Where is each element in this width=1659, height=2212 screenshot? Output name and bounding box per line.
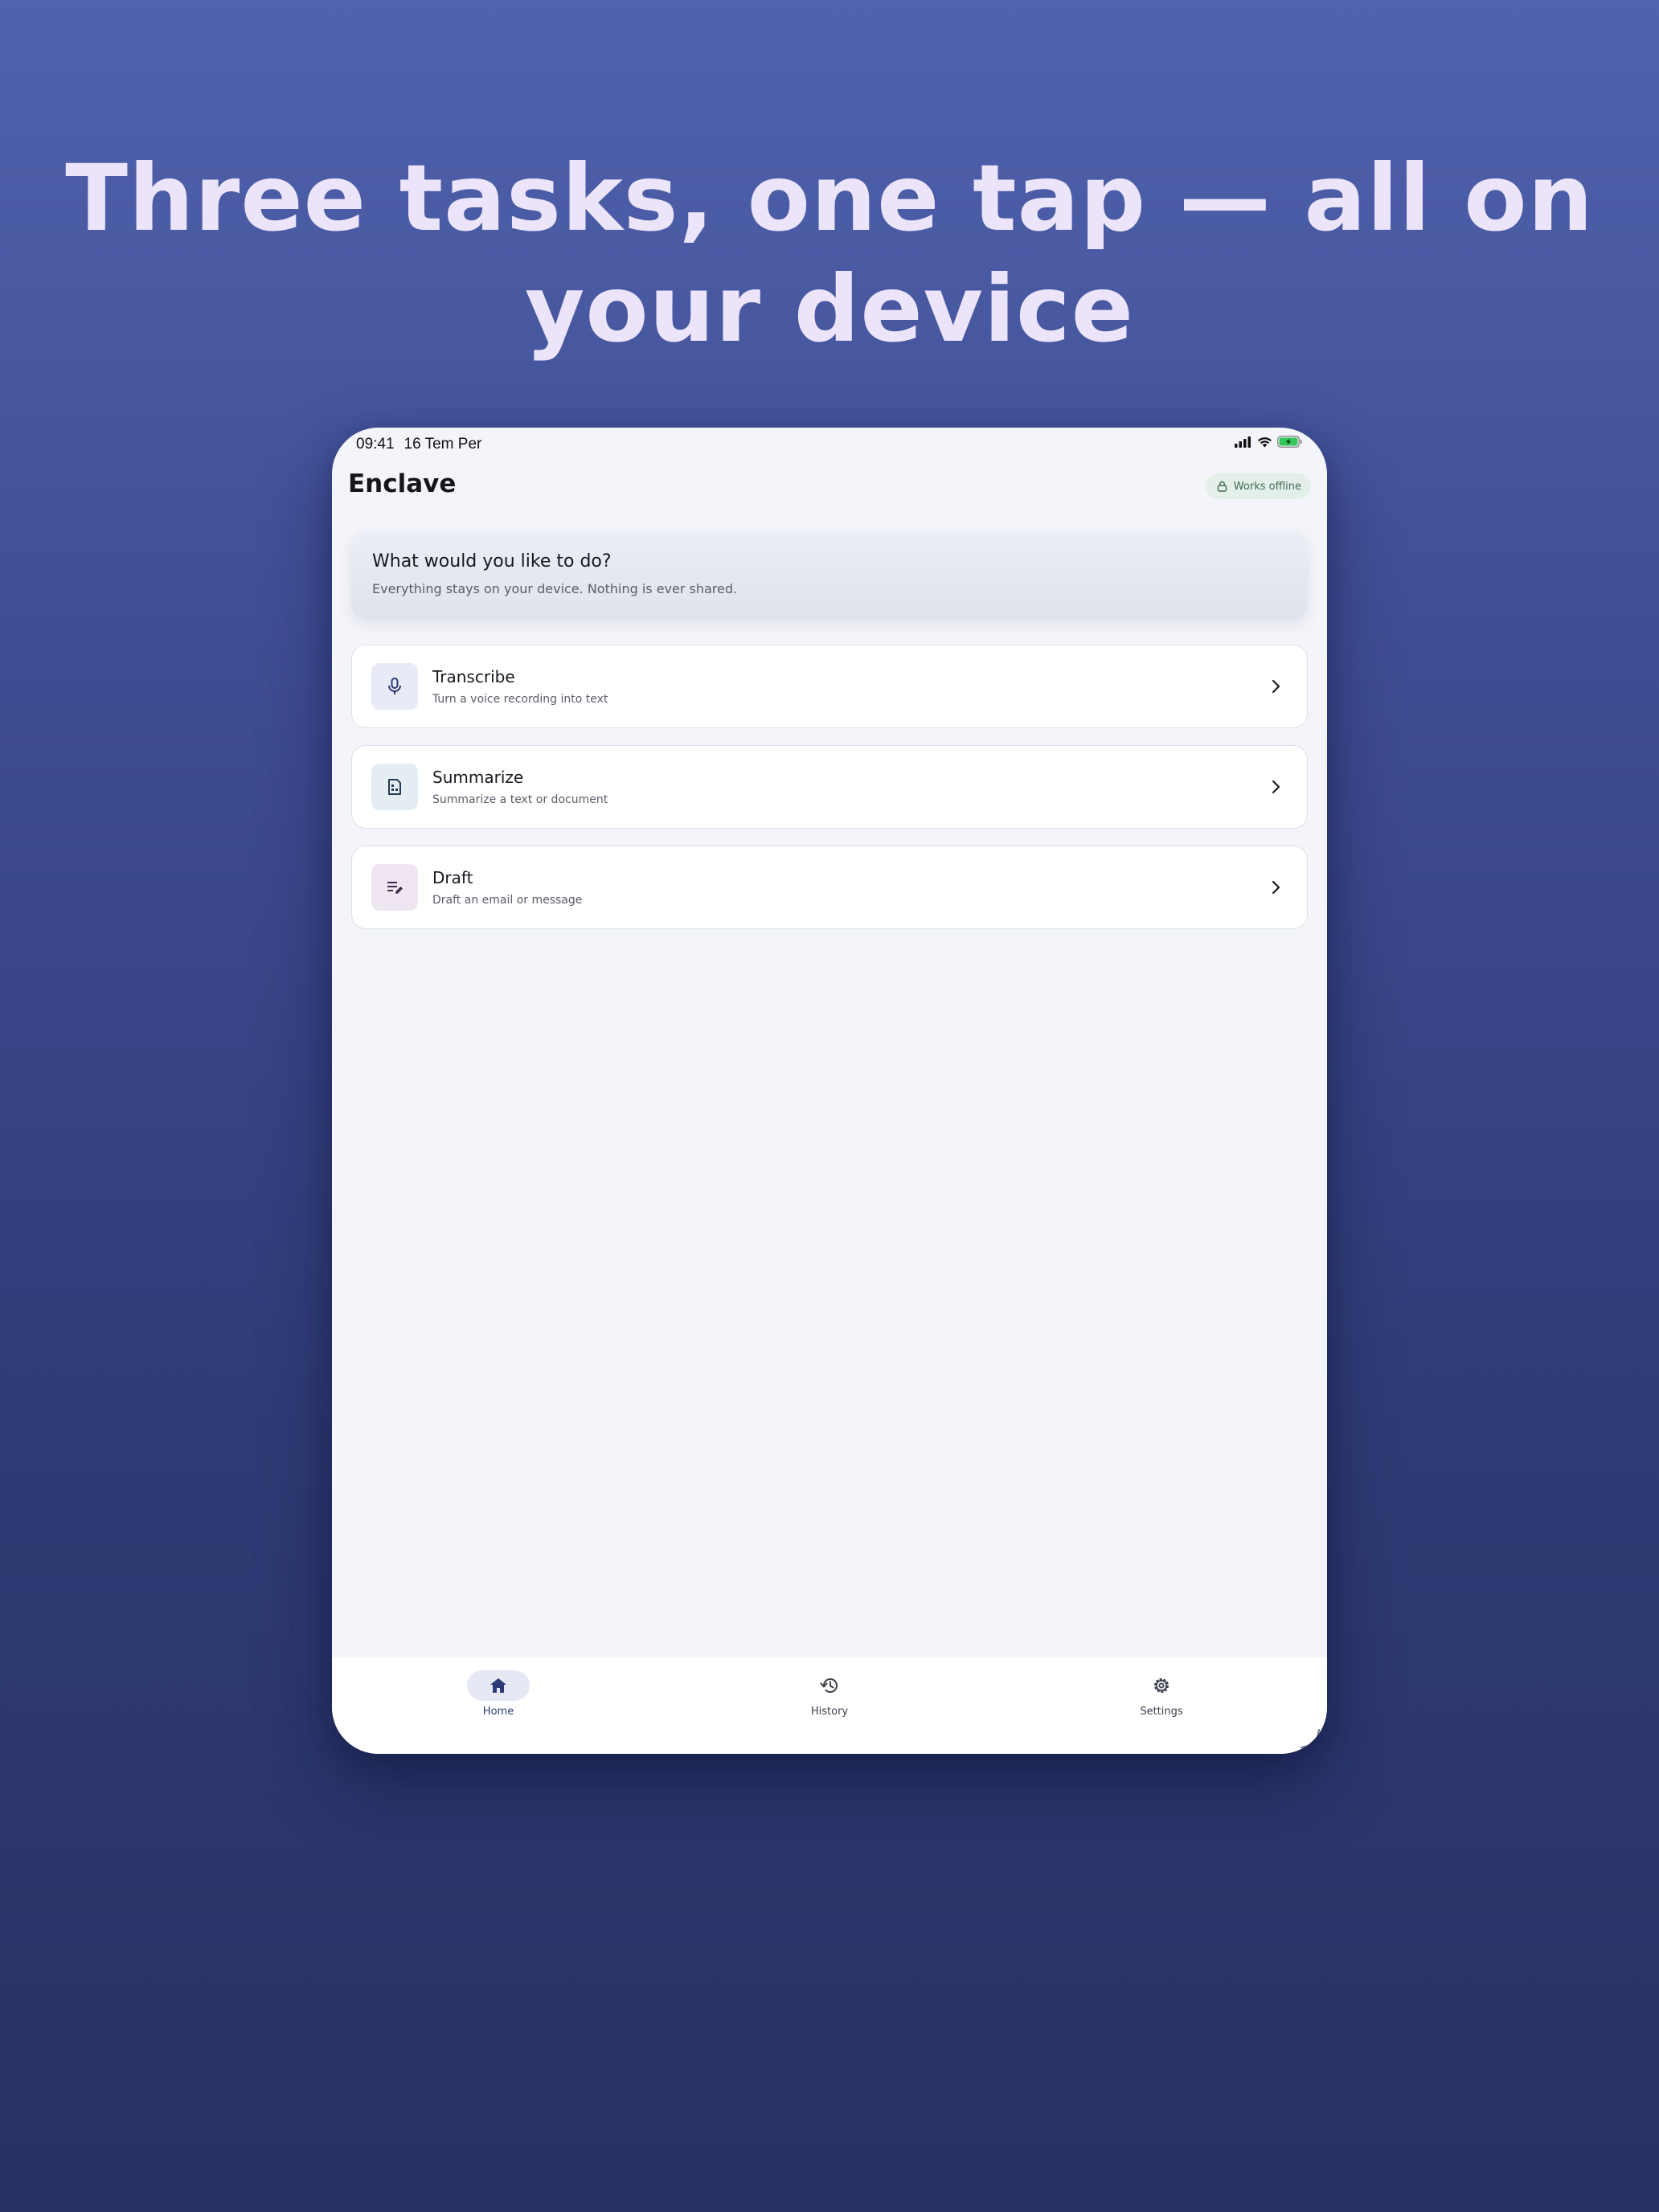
status-time: 09:41 [356,436,395,453]
cellular-signal-icon [1235,436,1251,448]
status-icons [1235,436,1303,448]
resize-handle-icon [1301,1729,1320,1748]
nav-home-pill [467,1670,530,1701]
task-card-summarize[interactable]: Summarize Summarize a text or document [351,745,1308,829]
nav-item-history[interactable]: History [773,1670,886,1718]
tablet-screen: 09:41 16 Tem Per Enclave Works offline W… [332,428,1327,1754]
intro-card: What would you like to do? Everything st… [351,532,1308,619]
bottom-navigation: Home History Settings [332,1657,1327,1754]
task-subtitle: Summarize a text or document [432,793,608,806]
offline-badge-label: Works offline [1233,480,1301,493]
document-icon [388,779,401,795]
home-icon [490,1678,506,1693]
nav-settings-pill [1130,1670,1193,1701]
status-date: 16 Tem Per [403,436,482,453]
headline-line-2: your device [525,256,1134,363]
headline-line-1: Three tasks, one tap — all on [65,145,1594,252]
app-title: Enclave [348,469,457,498]
nav-label-settings: Settings [1140,1706,1183,1718]
chevron-right-icon [1272,780,1280,794]
task-title: Transcribe [432,667,515,686]
status-bar: 09:41 16 Tem Per [332,428,1327,457]
nav-item-settings[interactable]: Settings [1105,1670,1218,1718]
task-subtitle: Turn a voice recording into text [432,693,608,706]
task-title: Draft [432,868,473,887]
microphone-icon [388,678,401,694]
lock-icon [1217,481,1227,492]
task-subtitle: Draft an email or message [432,894,583,907]
task-icon-container [371,663,418,710]
nav-label-history: History [810,1706,849,1718]
battery-charging-icon [1277,436,1302,448]
status-time-date: 09:41 16 Tem Per [356,436,481,453]
task-icon-container [371,764,418,810]
nav-label-home: Home [482,1706,514,1718]
offline-badge: Works offline [1205,473,1311,499]
nav-history-pill [798,1670,861,1701]
history-icon [820,1678,838,1693]
gear-icon [1154,1678,1169,1693]
edit-note-icon [387,882,403,894]
nav-item-home[interactable]: Home [442,1670,555,1718]
task-title: Summarize [432,768,524,787]
task-card-transcribe[interactable]: Transcribe Turn a voice recording into t… [351,645,1308,728]
intro-title: What would you like to do? [372,551,612,571]
chevron-right-icon [1272,880,1280,895]
wifi-icon [1258,436,1272,447]
intro-subtitle: Everything stays on your device. Nothing… [372,581,738,596]
task-icon-container [371,864,418,911]
task-card-draft[interactable]: Draft Draft an email or message [351,846,1308,929]
chevron-right-icon [1272,679,1280,694]
headline: Three tasks, one tap — all on your devic… [0,143,1659,365]
